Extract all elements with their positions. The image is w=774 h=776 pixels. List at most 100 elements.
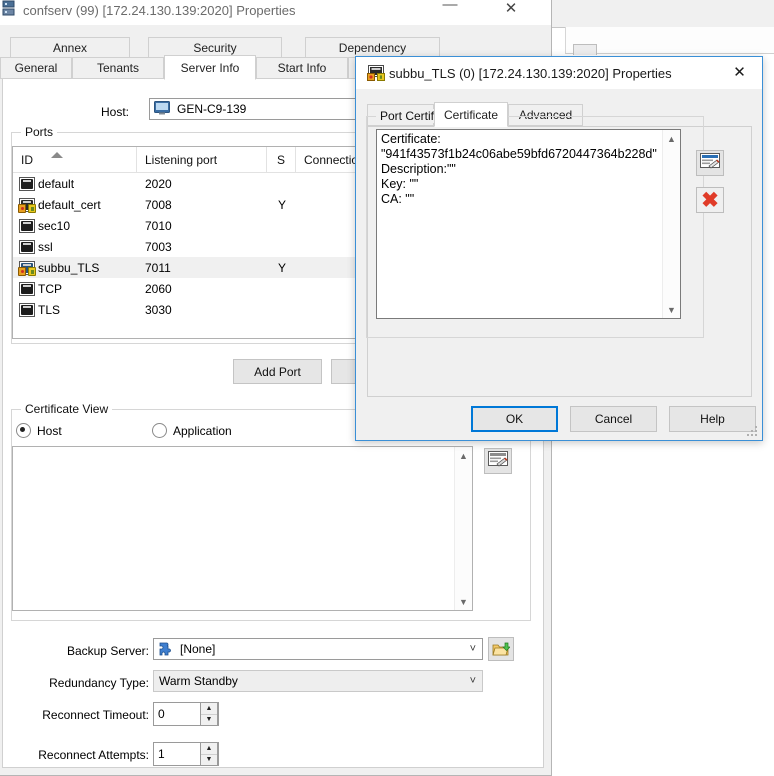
- sort-ascending-icon: [51, 152, 63, 158]
- window2-title: subbu_TLS (0) [172.24.130.139:2020] Prop…: [389, 66, 672, 81]
- column-header-s[interactable]: S: [267, 147, 296, 172]
- window1-title: confserv (99) [172.24.130.139:2020] Prop…: [23, 3, 295, 18]
- radio-application-label: Application: [173, 424, 232, 438]
- cell-listening-port: 2020: [137, 177, 267, 191]
- radio-application[interactable]: Application: [152, 423, 232, 438]
- certificate-view-title: Certificate View: [21, 402, 112, 416]
- scroll-up-icon[interactable]: ▲: [663, 130, 680, 147]
- host-value: GEN-C9-139: [177, 102, 246, 116]
- certificate-text-scrollbar[interactable]: ▲ ▼: [662, 130, 680, 318]
- close-button[interactable]: ✕: [488, 0, 534, 23]
- tab-server-info[interactable]: Server Info: [164, 55, 256, 80]
- backup-server-value: [None]: [180, 642, 215, 656]
- column-header-listening-port[interactable]: Listening port: [137, 147, 267, 172]
- cell-s: Y: [267, 261, 296, 275]
- spinner-buttons[interactable]: ▲ ▼: [200, 742, 218, 766]
- port-icon: [19, 219, 35, 233]
- cell-id: ssl: [38, 240, 53, 254]
- open-folder-icon: [492, 642, 510, 657]
- scroll-down-icon[interactable]: ▼: [455, 593, 472, 610]
- reconnect-attempts-stepper[interactable]: 1 ▲ ▼: [153, 742, 219, 766]
- cell-listening-port: 7003: [137, 240, 267, 254]
- cell-id: subbu_TLS: [38, 261, 99, 275]
- background-window-titlebar: [551, 0, 774, 28]
- certificate-text-value: Certificate: "941f43573f1b24c06abe59bfd6…: [381, 132, 662, 207]
- chevron-down-icon[interactable]: ˅: [470, 643, 476, 655]
- tab-general[interactable]: General: [0, 57, 72, 79]
- monitor-icon: [154, 101, 170, 118]
- certificate-edit-icon: [488, 451, 508, 471]
- reconnect-timeout-label: Reconnect Timeout:: [7, 708, 149, 722]
- scroll-down-icon[interactable]: ▼: [663, 301, 680, 318]
- redundancy-type-label: Redundancy Type:: [7, 676, 149, 690]
- radio-dot-icon: [16, 423, 31, 438]
- ports-group-title: Ports: [21, 125, 57, 139]
- cell-listening-port: 7011: [137, 261, 267, 275]
- server-properties-icon: [0, 0, 17, 17]
- backup-server-browse-button[interactable]: [488, 637, 514, 661]
- port-cert-icon: [19, 261, 35, 275]
- reconnect-attempts-value: 1: [158, 747, 165, 761]
- help-button[interactable]: Help: [669, 406, 756, 432]
- puzzle-icon: [159, 642, 174, 656]
- redundancy-type-combo[interactable]: Warm Standby ˅: [153, 670, 483, 692]
- radio-dot-icon: [152, 423, 167, 438]
- cancel-button[interactable]: Cancel: [570, 406, 657, 432]
- column-header-id[interactable]: ID: [13, 147, 137, 172]
- resize-grip[interactable]: [747, 426, 759, 438]
- port-icon: [19, 303, 35, 317]
- chevron-down-icon[interactable]: ˅: [470, 675, 476, 687]
- certificate-view-scrollbar[interactable]: ▲ ▼: [454, 447, 472, 610]
- spinner-buttons[interactable]: ▲ ▼: [200, 702, 218, 726]
- cell-id: default: [38, 177, 74, 191]
- close-button[interactable]: ✕: [717, 57, 762, 88]
- add-port-button[interactable]: Add Port: [233, 359, 322, 384]
- tab-certificate[interactable]: Certificate: [434, 102, 508, 127]
- certificate-delete-button[interactable]: ✖: [696, 187, 724, 213]
- window2-titlebar[interactable]: subbu_TLS (0) [172.24.130.139:2020] Prop…: [356, 57, 762, 89]
- red-x-icon: ✖: [701, 190, 719, 211]
- spinner-up-icon[interactable]: ▲: [201, 743, 217, 755]
- cell-listening-port: 2060: [137, 282, 267, 296]
- port-icon: [19, 240, 35, 254]
- reconnect-timeout-stepper[interactable]: 0 ▲ ▼: [153, 702, 219, 726]
- tab-tenants[interactable]: Tenants: [72, 57, 164, 79]
- cell-id: default_cert: [38, 198, 101, 212]
- cell-id: TCP: [38, 282, 62, 296]
- port-cert-icon: [19, 198, 35, 212]
- ok-button[interactable]: OK: [471, 406, 558, 432]
- background-window-tab-stub: [573, 44, 597, 55]
- spinner-up-icon[interactable]: ▲: [201, 703, 217, 715]
- tab-annex[interactable]: Annex: [10, 37, 130, 59]
- window1-titlebar[interactable]: confserv (99) [172.24.130.139:2020] Prop…: [0, 0, 551, 25]
- radio-host-label: Host: [37, 424, 62, 438]
- certificate-view-list[interactable]: ▲ ▼: [12, 446, 473, 611]
- scroll-up-icon[interactable]: ▲: [455, 447, 472, 464]
- cell-listening-port: 3030: [137, 303, 267, 317]
- backup-server-combo[interactable]: [None] ˅: [153, 638, 483, 660]
- certificate-edit-icon: [700, 153, 720, 173]
- subbu-tls-properties-dialog: subbu_TLS (0) [172.24.130.139:2020] Prop…: [355, 56, 763, 441]
- cell-listening-port: 7010: [137, 219, 267, 233]
- port-cert-icon: [367, 65, 385, 81]
- reconnect-timeout-value: 0: [158, 707, 165, 721]
- cell-id: TLS: [38, 303, 60, 317]
- tab-start-info[interactable]: Start Info: [256, 57, 348, 79]
- backup-server-label: Backup Server:: [7, 644, 149, 658]
- spinner-down-icon[interactable]: ▼: [201, 755, 217, 766]
- reconnect-attempts-label: Reconnect Attempts:: [0, 748, 149, 762]
- radio-host[interactable]: Host: [16, 423, 62, 438]
- minimize-button[interactable]: —: [427, 0, 473, 19]
- certificate-text-area[interactable]: Certificate: "941f43573f1b24c06abe59bfd6…: [376, 129, 681, 319]
- spinner-down-icon[interactable]: ▼: [201, 715, 217, 726]
- port-icon: [19, 282, 35, 296]
- port-icon: [19, 177, 35, 191]
- redundancy-type-value: Warm Standby: [159, 674, 238, 688]
- column-label-id: ID: [21, 153, 33, 167]
- certificate-edit-button[interactable]: [484, 448, 512, 474]
- port-certificate-group: Port Certificate Certificate: "941f43573…: [366, 116, 704, 338]
- cell-listening-port: 7008: [137, 198, 267, 212]
- cell-id: sec10: [38, 219, 70, 233]
- certificate-edit-button[interactable]: [696, 150, 724, 176]
- cell-s: Y: [267, 198, 296, 212]
